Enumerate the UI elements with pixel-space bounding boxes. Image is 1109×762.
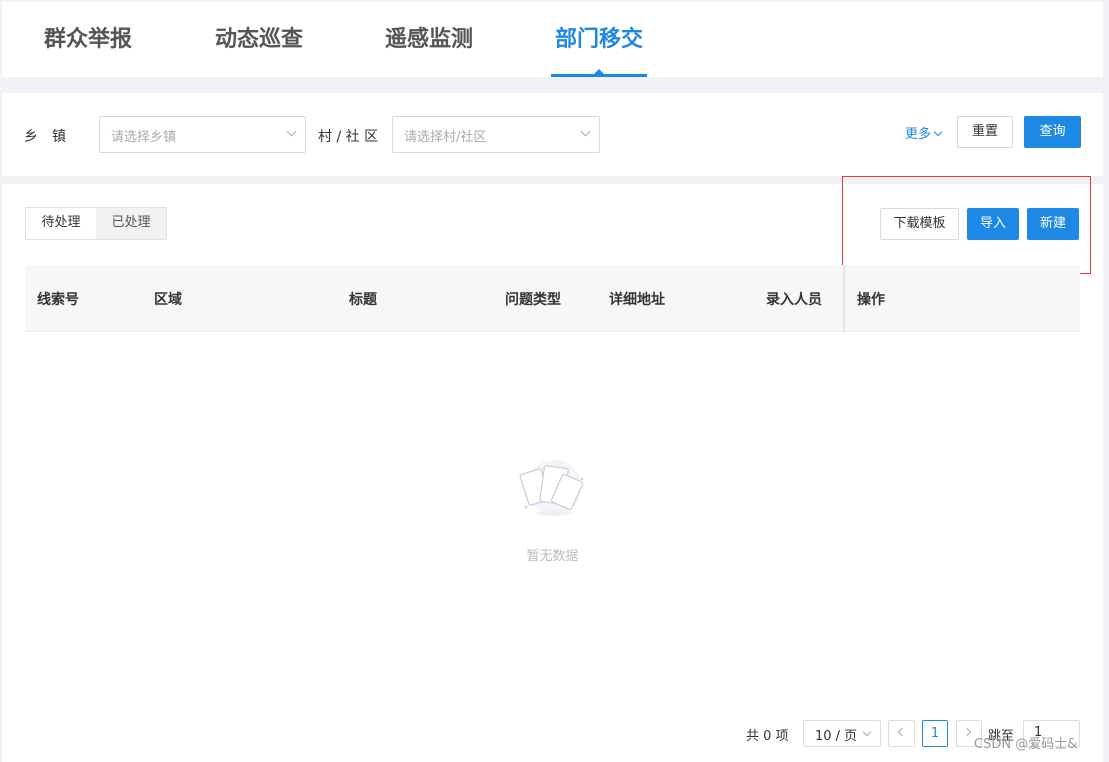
column-header-actions: 操作 [857,292,885,308]
tab-label: 遥感监测 [384,27,473,52]
tab-processed[interactable]: 已处理 [96,208,166,239]
reset-button[interactable]: 重置 [957,116,1013,148]
column-header-address: 详细地址 [609,292,665,308]
create-button[interactable]: 新建 [1027,208,1079,240]
town-label: 乡 镇 [24,129,66,145]
total-count: 共 0 项 [746,729,789,744]
tab-label: 群众举报 [43,27,132,52]
village-select[interactable]: 请选择村/社区 [392,116,600,153]
column-header-entered-by: 录入人员 [766,292,822,308]
chevron-down-icon [933,127,943,137]
status-segmented-control: 待处理 已处理 [25,207,167,240]
query-button[interactable]: 查询 [1024,116,1081,148]
active-tab-caret-icon [594,69,604,74]
page-number: 1 [930,726,940,741]
chevron-down-icon [580,126,591,137]
tab-department-transfer[interactable]: 部门移交 [551,22,647,78]
prev-page-button[interactable] [888,720,915,747]
module-tabs: 群众举报 动态巡查 遥感监测 部门移交 [2,2,1103,77]
tab-pending[interactable]: 待处理 [26,208,96,239]
column-header-issue-type: 问题类型 [505,292,561,308]
tab-dynamic-patrol[interactable]: 动态巡查 [211,22,307,78]
chevron-right-icon [962,727,972,737]
town-select-placeholder: 请选择乡镇 [111,130,177,145]
tab-remote-sensing[interactable]: 遥感监测 [381,22,477,78]
csdn-watermark: CSDN @爱码士& [974,737,1078,752]
download-template-button[interactable]: 下载模板 [880,208,959,240]
column-header-area: 区域 [154,292,182,308]
tab-mass-report[interactable]: 群众举报 [40,22,136,78]
empty-state-text: 暂无数据 [526,549,579,564]
village-select-placeholder: 请选择村/社区 [404,130,487,145]
fixed-column-divider [843,265,845,332]
column-header-title: 标题 [349,292,377,308]
import-button[interactable]: 导入 [967,208,1019,240]
table-header: 线索号 区域 标题 问题类型 详细地址 录入人员 操作 [25,265,1080,332]
empty-state-icon [519,460,584,516]
chevron-down-icon [286,126,297,137]
more-filters-toggle[interactable]: 更多 [905,123,943,142]
main-panel: 待处理 已处理 下载模板 导入 新建 线索号 区域 标题 问题类型 详细地址 录… [2,176,1103,762]
village-label: 村 / 社 区 [318,129,379,145]
page-size-value: 10 / 页 [815,729,858,744]
town-select[interactable]: 请选择乡镇 [99,116,306,153]
chevron-down-icon [862,727,872,737]
tab-label: 动态巡查 [214,27,303,52]
chevron-left-icon [897,727,907,737]
tab-label: 部门移交 [554,27,643,52]
page-1-button[interactable]: 1 [922,720,948,747]
more-label: 更多 [905,127,932,142]
filter-panel: 乡 镇 请选择乡镇 村 / 社 区 请选择村/社区 更多 重置 查询 [2,93,1103,176]
column-header-clue-id: 线索号 [37,292,79,308]
page-size-select[interactable]: 10 / 页 [803,720,881,747]
